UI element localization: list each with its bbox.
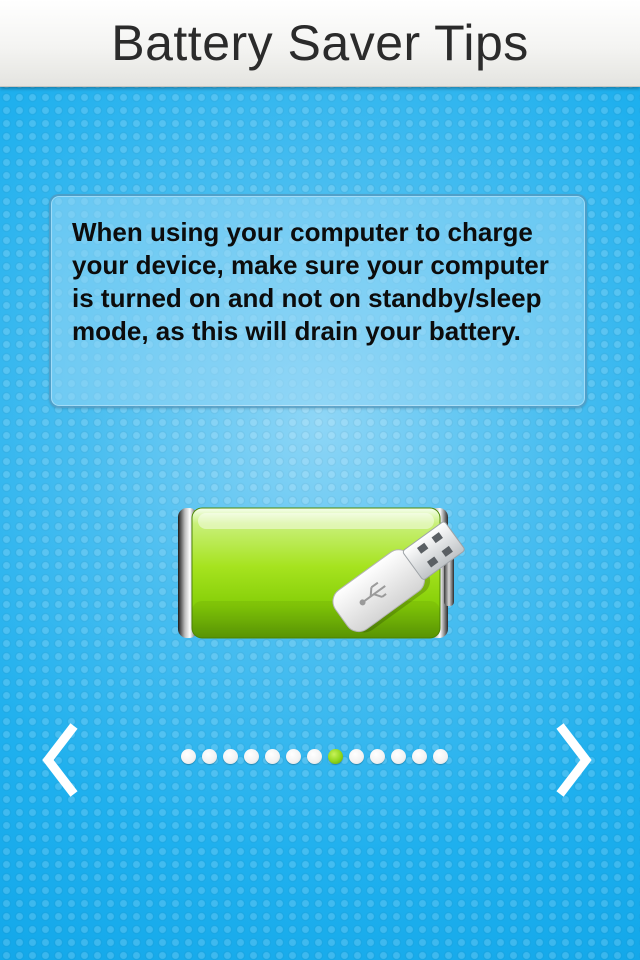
page-dot[interactable] [265,749,280,764]
page-dot[interactable] [202,749,217,764]
page-dot[interactable] [223,749,238,764]
battery-usb-illustration [178,507,465,639]
previous-tip-button[interactable] [40,722,80,798]
page-dot[interactable] [181,749,196,764]
battery-usb-icon [170,495,490,685]
page-dot[interactable] [307,749,322,764]
tip-text: When using your computer to charge your … [72,217,549,346]
chevron-right-icon [556,723,592,797]
chevron-left-icon [42,723,78,797]
screen: Battery Saver Tips When using your compu… [0,0,640,960]
page-dot[interactable] [391,749,406,764]
page-indicator [181,749,461,765]
page-dot[interactable] [412,749,427,764]
page-title: Battery Saver Tips [111,15,529,71]
page-dot[interactable] [433,749,448,764]
page-dot[interactable] [370,749,385,764]
page-dot[interactable] [349,749,364,764]
page-dot-active[interactable] [328,749,343,764]
page-dot[interactable] [286,749,301,764]
page-dot[interactable] [244,749,259,764]
tip-card: When using your computer to charge your … [49,194,587,408]
next-tip-button[interactable] [554,722,594,798]
title-bar: Battery Saver Tips [0,0,640,87]
